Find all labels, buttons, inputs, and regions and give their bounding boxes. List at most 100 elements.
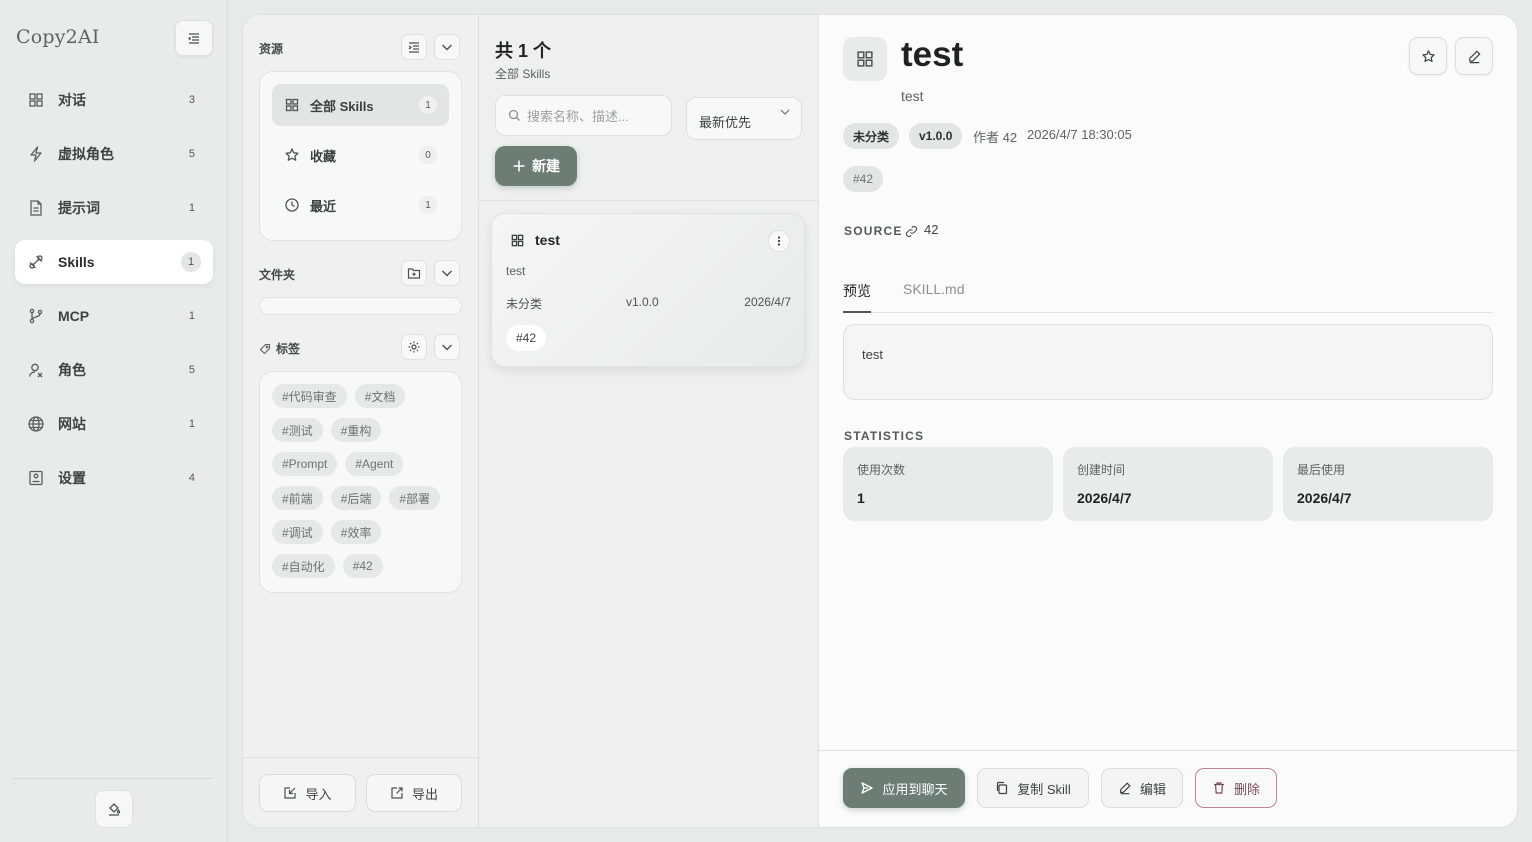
skill-link-icon — [27, 253, 45, 271]
tag-chip[interactable]: #测试 — [272, 418, 323, 442]
source-label: SOURCE — [844, 224, 918, 238]
list-view-button[interactable] — [401, 34, 427, 60]
collapse-sidebar-button[interactable] — [175, 20, 213, 56]
edit-icon-button[interactable] — [1455, 37, 1493, 75]
tag-chip[interactable]: #部署 — [389, 486, 441, 510]
card-more-button[interactable] — [768, 230, 790, 252]
tab-skill-md[interactable]: SKILL.md — [903, 281, 964, 313]
resource-item-recent[interactable]: 最近 1 — [272, 184, 449, 226]
nav-item-skills[interactable]: Skills 1 — [15, 240, 213, 284]
resource-count: 1 — [419, 96, 437, 114]
tag-chip[interactable]: #文档 — [354, 384, 406, 408]
nav-label: 网站 — [58, 416, 86, 432]
tag-chip[interactable]: #调试 — [272, 520, 323, 544]
nav-count: 1 — [188, 310, 195, 322]
resource-item-all-skills[interactable]: 全部 Skills 1 — [272, 84, 449, 126]
stat-value: 2026/4/7 — [1297, 490, 1352, 506]
nav-item-chat[interactable]: 对话 3 — [15, 78, 213, 122]
tag-chip[interactable]: #重构 — [330, 418, 382, 442]
search-placeholder: 搜索名称、描述... — [527, 109, 629, 124]
new-skill-button[interactable]: 新建 — [495, 146, 577, 186]
delete-button[interactable]: 删除 — [1195, 768, 1277, 808]
sort-select[interactable]: 最新优先 — [686, 97, 802, 140]
nav-item-prompts[interactable]: 提示词 1 — [15, 186, 213, 230]
export-button[interactable]: 导出 — [366, 774, 462, 812]
card-date: 2026/4/7 — [744, 295, 791, 309]
card-title-text: test — [535, 232, 560, 248]
theme-button[interactable] — [95, 790, 133, 828]
globe-icon — [27, 415, 45, 433]
nav-count: 4 — [188, 472, 195, 484]
nav-item-virtual-roles[interactable]: 虚拟角色 5 — [15, 132, 213, 176]
tag-chip[interactable]: #代码审查 — [272, 384, 347, 408]
copy-skill-button[interactable]: 复制 Skill — [977, 768, 1089, 808]
stat-card-last-used: 最后使用 2026/4/7 — [1283, 447, 1493, 521]
detail-footer: 应用到聊天 复制 Skill 编辑 删除 — [819, 750, 1517, 827]
main-nav: Copy2AI 对话 3 虚拟角色 5 提示词 1 Skills 1 MCP 1 — [0, 0, 228, 842]
card-tag[interactable]: #42 — [506, 325, 547, 351]
tag-settings-button[interactable] — [401, 334, 427, 360]
tag-icon — [259, 343, 271, 354]
grid-icon — [284, 97, 300, 113]
chevron-down-icon — [442, 344, 452, 351]
tag-chip[interactable]: #42 — [342, 554, 383, 578]
favorite-button[interactable] — [1409, 37, 1447, 75]
skill-detail-panel: test test 未分类 v1.0.0 作者 42 2026/4/7 18:3… — [819, 15, 1517, 827]
tag-chip[interactable]: #Prompt — [272, 452, 338, 476]
folder-plus-icon — [407, 268, 421, 279]
resources-footer: 导入 导出 — [243, 757, 479, 827]
version-badge: v1.0.0 — [909, 123, 963, 149]
nav-count: 5 — [188, 148, 195, 160]
pencil-icon — [1468, 49, 1481, 63]
new-folder-button[interactable] — [401, 260, 427, 286]
skill-card[interactable]: test test 未分类 v1.0.0 2026/4/7 #42 — [491, 213, 805, 367]
chevron-down-icon — [780, 109, 790, 115]
folders-collapse-button[interactable] — [434, 260, 460, 286]
nav-label: 角色 — [58, 362, 86, 378]
resources-collapse-button[interactable] — [434, 34, 460, 60]
import-button[interactable]: 导入 — [259, 774, 356, 812]
apply-to-chat-button[interactable]: 应用到聊天 — [843, 768, 965, 808]
source-value: 42 — [924, 222, 939, 237]
nav-item-roles[interactable]: 角色 5 — [15, 348, 213, 392]
tag-chip[interactable]: #自动化 — [272, 554, 335, 578]
tags-header: 标签 — [259, 340, 300, 357]
copy-icon — [997, 781, 1008, 795]
tag-chip[interactable]: #后端 — [330, 486, 382, 510]
tag-chip[interactable]: #效率 — [330, 520, 382, 544]
detail-tag[interactable]: #42 — [843, 166, 884, 192]
card-title: test — [510, 232, 560, 248]
list-subtitle: 全部 Skills — [495, 67, 551, 81]
detail-title: test — [901, 35, 964, 74]
nav-count: 1 — [188, 202, 195, 214]
stat-card-usage: 使用次数 1 — [843, 447, 1053, 521]
export-label: 导出 — [411, 786, 438, 802]
import-icon — [284, 787, 297, 799]
card-version: v1.0.0 — [626, 295, 659, 309]
nav-item-websites[interactable]: 网站 1 — [15, 402, 213, 446]
nav-item-settings[interactable]: 设置 4 — [15, 456, 213, 500]
resource-item-favorites[interactable]: 收藏 0 — [272, 134, 449, 176]
nav-item-mcp[interactable]: MCP 1 — [15, 294, 213, 338]
indent-list-icon — [408, 42, 419, 53]
menu-collapse-icon — [188, 33, 199, 44]
stat-label: 最后使用 — [1297, 463, 1346, 477]
nav-list: 对话 3 虚拟角色 5 提示词 1 Skills 1 MCP 1 角色 5 网站… — [15, 78, 213, 510]
edit-button[interactable]: 编辑 — [1101, 768, 1183, 808]
copy-label: 复制 Skill — [1017, 781, 1071, 797]
detail-tabs: 预览 SKILL.md — [843, 281, 1493, 313]
tag-chip[interactable]: #Agent — [345, 452, 404, 476]
author-text: 作者 42 — [973, 130, 1018, 145]
tab-preview[interactable]: 预览 — [843, 281, 871, 313]
tags-collapse-button[interactable] — [434, 334, 460, 360]
detail-subtitle: test — [901, 88, 924, 104]
user-icon — [27, 361, 45, 379]
paint-bucket-icon — [109, 803, 121, 816]
search-input[interactable]: 搜索名称、描述... — [495, 95, 672, 136]
nav-count: 3 — [188, 94, 195, 106]
resource-label: 最近 — [310, 198, 337, 214]
plus-icon — [513, 160, 525, 172]
trash-icon — [1213, 782, 1224, 794]
nav-count: 5 — [188, 364, 195, 376]
tag-chip[interactable]: #前端 — [272, 486, 323, 510]
